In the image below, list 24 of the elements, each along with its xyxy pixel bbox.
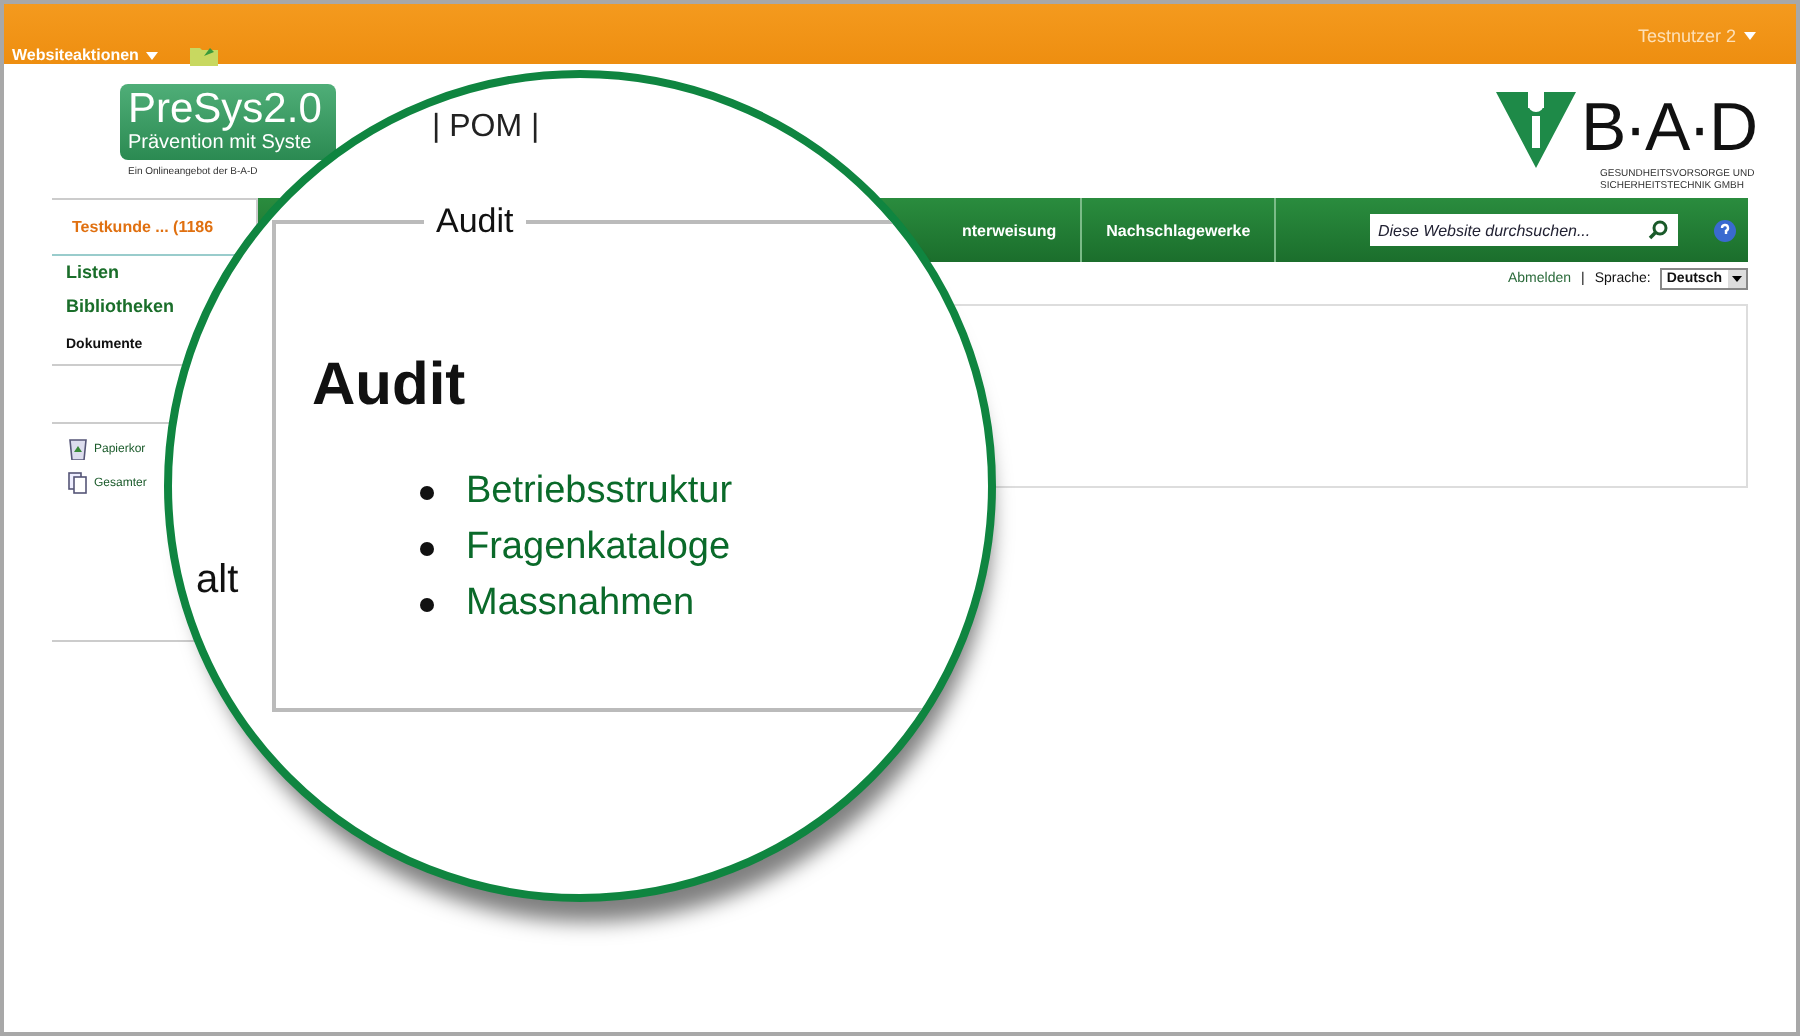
magnified-text: alt bbox=[196, 558, 239, 604]
audit-link[interactable]: Fragenkataloge bbox=[466, 526, 731, 570]
recycle-bin-icon bbox=[68, 438, 88, 460]
presys-logo[interactable]: PreSys2.0 Prävention mit Syste bbox=[120, 84, 336, 160]
bullet-icon bbox=[420, 541, 434, 555]
nav-tab[interactable]: Nachschlagewerke bbox=[1082, 198, 1277, 262]
bullet-icon bbox=[420, 597, 434, 611]
logo-name: PreSys2.0 bbox=[128, 88, 324, 132]
search-icon[interactable] bbox=[1648, 220, 1668, 240]
caret-icon bbox=[146, 51, 159, 59]
sidebar-item[interactable]: Listen bbox=[66, 262, 120, 296]
document-icon bbox=[68, 472, 88, 494]
bullet-icon bbox=[420, 485, 434, 499]
audit-link[interactable]: Betriebsstruktur bbox=[466, 470, 733, 514]
help-icon[interactable] bbox=[1714, 219, 1736, 241]
figure-logo-icon bbox=[1496, 88, 1577, 168]
panel-heading: Audit bbox=[312, 352, 466, 420]
audit-link[interactable]: Massnahmen bbox=[466, 582, 695, 626]
caret-icon bbox=[1744, 32, 1756, 40]
breadcrumb: | POM | bbox=[432, 110, 540, 146]
dropdown-arrow-icon bbox=[1728, 270, 1746, 288]
search-field[interactable]: Diese Website durchsuchen... bbox=[1370, 214, 1678, 246]
logo-tagline: Prävention mit Syste bbox=[128, 132, 314, 154]
brand-name: B·A·D bbox=[1580, 92, 1756, 164]
